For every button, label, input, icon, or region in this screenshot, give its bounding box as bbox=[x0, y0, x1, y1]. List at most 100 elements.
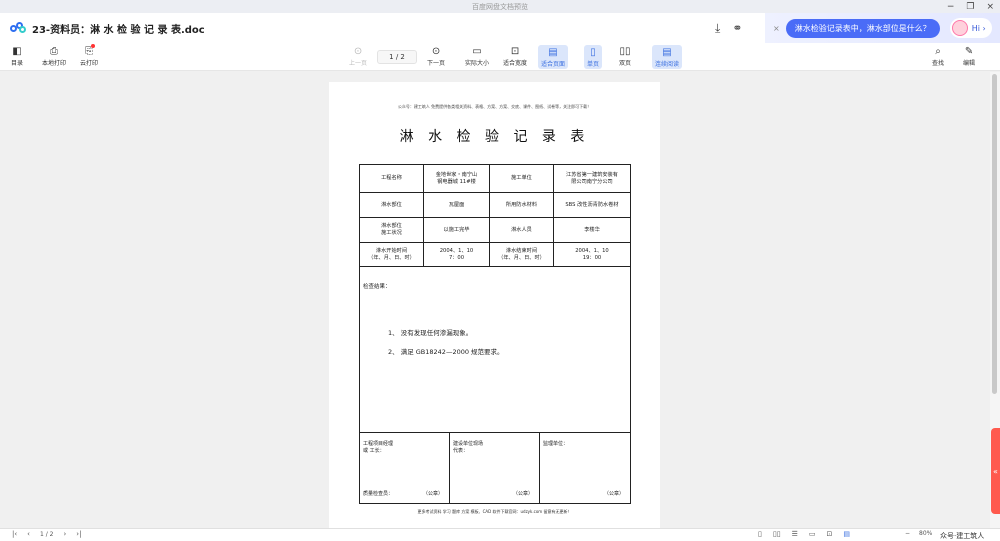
table-cell: 施工单位 bbox=[490, 165, 554, 192]
continuous-read-button[interactable]: ▤ 连续阅读 bbox=[652, 45, 683, 69]
signature-section: 工程项目经理 或 工长： 质量检查员： （公章） 建设单位现场 代表： （公章）… bbox=[360, 433, 630, 503]
record-table: 工程名称 金地世家・南宁山 钢电器城 11#楼 施工单位 江苏省第一建筑安装有 … bbox=[359, 164, 631, 504]
fit-page-button[interactable]: ▤ 适合页面 bbox=[538, 45, 569, 69]
status-page-indicator[interactable]: 1 / 2 bbox=[40, 531, 53, 538]
check-result-section: 检查结果： 1、 没有发现任何渗漏现象。 2、 满足 GB18242—2000 … bbox=[360, 267, 630, 433]
print-icon: ⎙ bbox=[50, 46, 58, 57]
table-cell: 所用防水材料 bbox=[490, 193, 554, 217]
next-page-button[interactable]: ⊙ 下一页 bbox=[427, 45, 445, 67]
scrollbar-thumb[interactable] bbox=[992, 74, 997, 394]
check-result-item: 2、 满足 GB18242—2000 规范要求。 bbox=[388, 348, 504, 356]
scroll-view-icon[interactable]: ☰ bbox=[792, 530, 798, 538]
double-page-icon: ▯▯ bbox=[619, 46, 631, 57]
actual-size-icon: ▭ bbox=[472, 46, 482, 57]
table-cell: 以施工完毕 bbox=[424, 218, 490, 242]
page-header-note: 公众号：建工筑人 免费提供各类相关资料、表格、方案、方案、交底、课件、图纸、试卷… bbox=[397, 104, 592, 109]
cloud-print-icon: ⎘ bbox=[85, 44, 95, 57]
ai-suggested-question[interactable]: 淋水检验记录表中，淋水部位是什么？ bbox=[785, 18, 940, 38]
single-page-button[interactable]: ▯ 单页 bbox=[584, 45, 603, 69]
page-indicator[interactable]: 1 / 2 bbox=[377, 50, 417, 64]
signature-cell: 建设单位现场 代表： （公章） bbox=[450, 433, 540, 503]
watermark-text: 众号·建工筑人 bbox=[940, 532, 985, 540]
toolbar: ◧ 目录 ⎙ 本地打印 ⎘ 云打印 ⊙ 上一页 1 / 2 ⊙ 下一页 ▭ 实际… bbox=[0, 43, 1000, 71]
local-print-button[interactable]: ⎙ 本地打印 bbox=[42, 45, 66, 67]
minimize-icon[interactable]: − bbox=[947, 2, 955, 12]
document-viewport[interactable]: 公众号：建工筑人 免费提供各类相关资料、表格、方案、方案、交底、课件、图纸、试卷… bbox=[0, 72, 990, 528]
fit-page-icon: ▤ bbox=[548, 47, 558, 58]
page-title: 淋 水 检 验 记 录 表 bbox=[399, 129, 590, 145]
page-navigation: |‹ ‹ 1 / 2 › ›| bbox=[12, 530, 81, 538]
table-row: 工程名称 金地世家・南宁山 钢电器城 11#楼 施工单位 江苏省第一建筑安装有 … bbox=[360, 165, 630, 193]
share-icon[interactable]: ⚭ bbox=[732, 21, 742, 35]
next-page-icon[interactable]: › bbox=[63, 530, 66, 538]
local-print-label: 本地打印 bbox=[42, 60, 67, 67]
check-result-item: 1、 没有发现任何渗漏现象。 bbox=[388, 329, 473, 337]
edit-button[interactable]: ✎ 编辑 bbox=[963, 45, 975, 67]
stamp-label: （公章） bbox=[512, 491, 533, 497]
signature-cell: 监理单位： （公章） bbox=[540, 433, 630, 503]
table-cell: SBS 改性沥青防水卷材 bbox=[565, 201, 619, 208]
collapse-panel-tab[interactable]: « bbox=[991, 428, 1000, 514]
zoom-out-icon[interactable]: − bbox=[905, 530, 910, 537]
prev-page-label: 上一页 bbox=[349, 60, 368, 67]
table-cell: 江苏省第一建筑安装有 限公司南宁分公司 bbox=[566, 171, 618, 185]
signature-cell: 工程项目经理 或 工长： 质量检查员： （公章） bbox=[360, 433, 450, 503]
sign-label: 监理单位： bbox=[543, 441, 569, 447]
close-icon[interactable]: × bbox=[773, 24, 780, 33]
actual-size-icon[interactable]: ▭ bbox=[809, 530, 816, 538]
continuous-read-icon: ▤ bbox=[662, 47, 672, 58]
doc-title: 23-资料员：淋 水 检 验 记 录 表.doc bbox=[32, 24, 205, 36]
stamp-label: （公章） bbox=[422, 491, 443, 497]
title-bar: 百度网盘文档预览 − ❐ × bbox=[0, 0, 1000, 13]
stamp-label: （公章） bbox=[603, 491, 624, 497]
continuous-read-label: 连续阅读 bbox=[655, 61, 680, 68]
edit-label: 编辑 bbox=[963, 60, 976, 67]
search-label: 查找 bbox=[932, 60, 945, 67]
ai-assistant-button[interactable]: Hi › bbox=[949, 18, 992, 38]
single-view-icon[interactable]: ▯ bbox=[758, 530, 762, 538]
double-view-icon[interactable]: ▯▯ bbox=[773, 530, 781, 538]
actual-size-button[interactable]: ▭ 实际大小 bbox=[465, 45, 489, 67]
inspector-label: 质量检查员： bbox=[363, 491, 394, 497]
catalog-button[interactable]: ◧ 目录 bbox=[11, 45, 23, 67]
table-cell: 2004、1、10 7：00 bbox=[424, 243, 490, 266]
table-cell: 2004、1、10 19：00 bbox=[575, 247, 609, 261]
prev-page-button[interactable]: ⊙ 上一页 bbox=[349, 45, 367, 67]
sign-label: 工程项目经理 或 工长： bbox=[363, 441, 394, 454]
zoom-control: − 80% bbox=[905, 530, 932, 537]
edit-icon: ✎ bbox=[964, 46, 974, 57]
table-cell: 淋水部位 施工状况 bbox=[360, 218, 424, 242]
catalog-label: 目录 bbox=[11, 60, 24, 67]
sign-label: 建设单位现场 代表： bbox=[453, 441, 484, 454]
double-page-button[interactable]: ▯▯ 双页 bbox=[619, 45, 631, 67]
actual-size-label: 实际大小 bbox=[465, 60, 490, 67]
table-cell: 李楼华 bbox=[584, 226, 600, 233]
fit-page-icon[interactable]: ▤ bbox=[843, 530, 850, 538]
zoom-level[interactable]: 80% bbox=[919, 530, 932, 537]
maximize-icon[interactable]: ❐ bbox=[966, 2, 974, 12]
prev-page-icon[interactable]: ‹ bbox=[27, 530, 30, 538]
view-mode-icons: ▯ ▯▯ ☰ ▭ ⊡ ▤ bbox=[758, 530, 850, 538]
fit-width-icon[interactable]: ⊡ bbox=[826, 530, 832, 538]
fit-width-icon: ⊡ bbox=[510, 46, 520, 57]
table-row: 淋水部位 瓦屋面 所用防水材料 SBS 改性沥青防水卷材 bbox=[360, 193, 630, 218]
table-cell: 淋水开始时间 （年、月、日、时） bbox=[360, 243, 424, 266]
download-icon[interactable]: ⤓ bbox=[715, 21, 720, 36]
ai-assistant-bar: × 淋水检验记录表中，淋水部位是什么？ Hi › bbox=[765, 13, 1000, 43]
catalog-icon: ◧ bbox=[12, 46, 22, 57]
first-page-icon[interactable]: |‹ bbox=[12, 530, 17, 538]
last-page-icon[interactable]: ›| bbox=[76, 530, 81, 538]
table-cell: 工程名称 bbox=[360, 165, 424, 192]
search-button[interactable]: ⌕ 查找 bbox=[932, 45, 944, 67]
close-icon[interactable]: × bbox=[986, 2, 994, 12]
table-cell: 瓦屋面 bbox=[424, 193, 490, 217]
app-title: 百度网盘文档预览 bbox=[472, 2, 528, 11]
ai-hi-label: Hi › bbox=[971, 23, 986, 33]
cloud-print-button[interactable]: ⎘ 云打印 bbox=[80, 44, 98, 67]
table-row: 淋水开始时间 （年、月、日、时） 2004、1、10 7：00 淋水结束时间 （… bbox=[360, 243, 630, 267]
page-footer-note: 更多考试资料 学习 题库 方案 模板、CAD 软件下载官网：udzyk.com … bbox=[417, 509, 572, 514]
fit-width-button[interactable]: ⊡ 适合宽度 bbox=[503, 45, 527, 67]
table-cell: 淋水人员 bbox=[490, 218, 554, 242]
fit-page-label: 适合页面 bbox=[541, 61, 566, 68]
assistant-avatar-icon bbox=[951, 20, 968, 36]
